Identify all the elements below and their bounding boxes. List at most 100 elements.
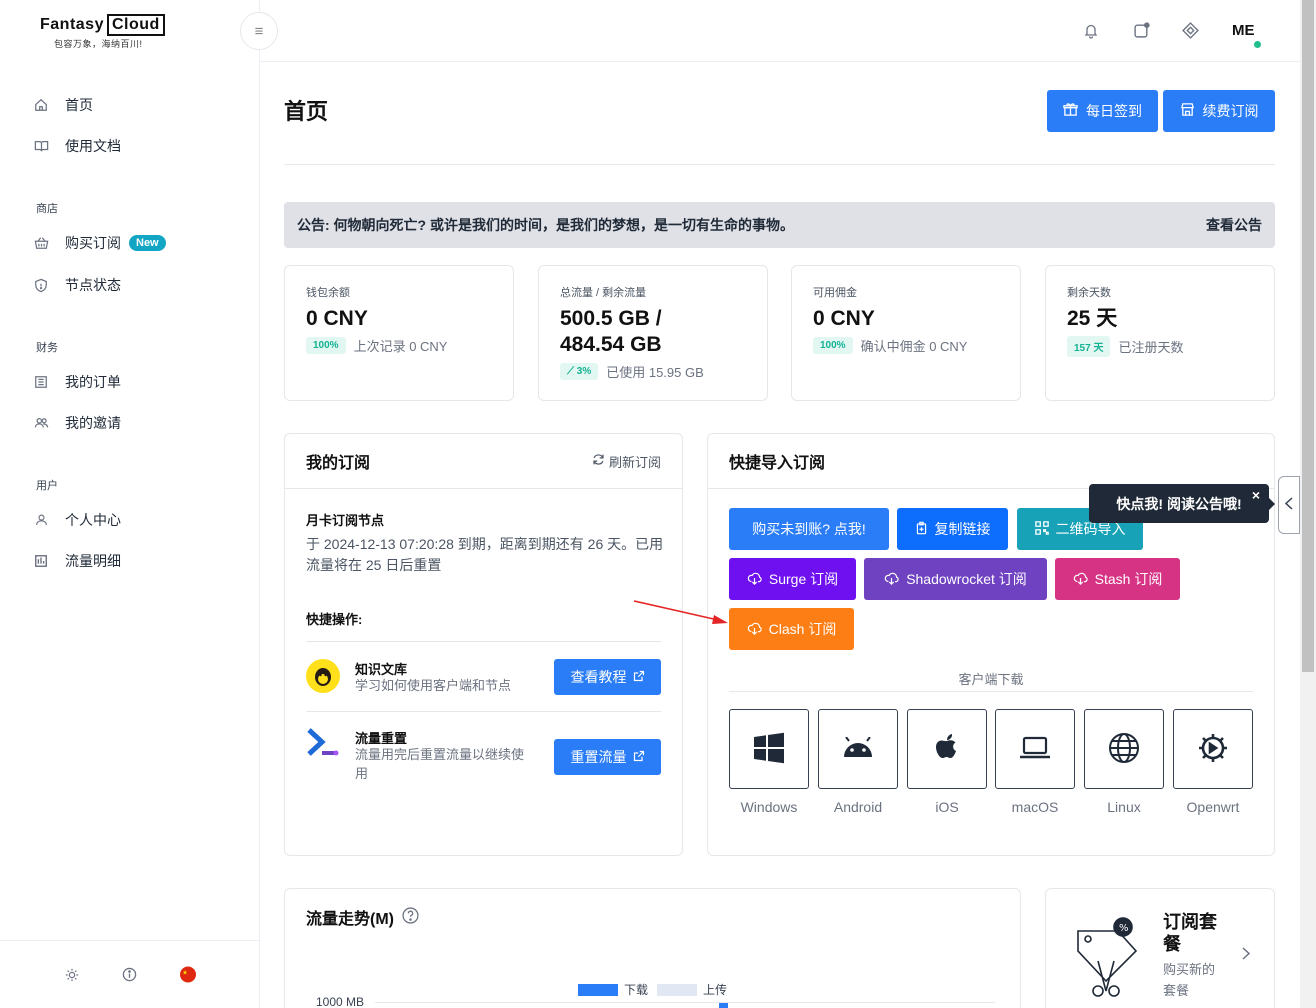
client-android[interactable] xyxy=(818,709,898,789)
reset-traffic-button[interactable]: 重置流量 xyxy=(554,739,661,775)
stat-sub: 确认中佣金 0 CNY xyxy=(860,339,968,354)
surge-subscribe-button[interactable]: Surge 订阅 xyxy=(729,558,856,600)
cloud-download-icon xyxy=(1073,571,1088,588)
stat-chip: 100% xyxy=(813,337,853,354)
page-scrollbar[interactable] xyxy=(1300,0,1316,1008)
button-label: Surge 订阅 xyxy=(768,571,839,587)
button-label: 购买未到账? 点我! xyxy=(752,521,866,537)
cloud-download-icon xyxy=(884,571,899,588)
new-badge: New xyxy=(129,235,166,251)
stat-sub: 上次记录 0 CNY xyxy=(353,339,448,354)
client-name: Openwrt xyxy=(1186,799,1240,815)
info-icon[interactable] xyxy=(122,967,138,983)
plan-name: 月卡订阅节点 xyxy=(306,513,385,528)
side-panel-toggle[interactable] xyxy=(1278,476,1300,534)
stat-label: 钱包余额 xyxy=(306,287,350,299)
sidebar-item-label: 购买订阅 xyxy=(65,235,121,251)
legend-download[interactable]: 下载 xyxy=(578,981,648,998)
refresh-icon xyxy=(592,453,605,469)
plan-description: 于 2024-12-13 07:20:28 到期，距离到期还有 26 天。已用流… xyxy=(306,536,664,573)
stat-card-days: 剩余天数 25 天 157 天已注册天数 xyxy=(1045,265,1275,401)
sidebar-item-invite[interactable]: 我的邀请 xyxy=(33,412,121,434)
copy-link-button[interactable]: 复制链接 xyxy=(897,508,1008,550)
card-title: 快捷导入订阅 xyxy=(729,455,826,472)
sidebar-item-docs[interactable]: 使用文档 xyxy=(33,135,121,157)
message-icon[interactable] xyxy=(1133,22,1151,40)
stat-sub: 已注册天数 xyxy=(1118,340,1184,355)
sun-icon[interactable] xyxy=(64,967,80,983)
cloud-download-icon xyxy=(747,571,762,588)
refresh-label: 刷新订阅 xyxy=(608,454,661,470)
svg-text:%: % xyxy=(1119,923,1129,934)
sidebar-item-profile[interactable]: 个人中心 xyxy=(33,509,121,531)
client-linux[interactable] xyxy=(1084,709,1164,789)
grid-line xyxy=(375,1002,995,1003)
plan-card[interactable]: % 订阅套餐 购买新的套餐 xyxy=(1045,888,1275,1008)
sidebar-item-label: 首页 xyxy=(65,97,93,113)
view-announcement-link[interactable]: 查看公告 xyxy=(1206,215,1262,235)
unpaid-help-button[interactable]: 购买未到账? 点我! xyxy=(729,508,889,550)
sidebar-item-label: 流量明细 xyxy=(65,553,121,569)
sidebar-footer xyxy=(0,940,259,1008)
sidebar-item-traffic[interactable]: 流量明细 xyxy=(33,550,121,572)
refresh-subscription-button[interactable]: 刷新订阅 xyxy=(592,452,661,471)
sidebar-toggle-button[interactable]: ≡ xyxy=(240,12,278,50)
sidebar-item-buy[interactable]: 购买订阅 New xyxy=(33,232,166,254)
sidebar-section-title: 用户 xyxy=(36,480,58,492)
scrollbar-thumb[interactable] xyxy=(1302,0,1314,672)
page-title: 首页 xyxy=(284,99,329,124)
legend-upload[interactable]: 上传 xyxy=(657,981,727,998)
shadowrocket-subscribe-button[interactable]: Shadowrocket 订阅 xyxy=(864,558,1047,600)
sidebar-item-home[interactable]: 首页 xyxy=(33,94,93,116)
stat-sub: 已使用 15.95 GB xyxy=(606,365,704,380)
china-flag-icon[interactable] xyxy=(179,966,196,983)
button-label: 复制链接 xyxy=(934,521,991,537)
client-openwrt[interactable] xyxy=(1173,709,1253,789)
client-ios[interactable] xyxy=(907,709,987,789)
globe-icon xyxy=(1108,732,1140,767)
basket-icon xyxy=(33,235,49,251)
stat-chip: ⟋ 3% xyxy=(560,363,599,380)
button-label: Clash 订阅 xyxy=(768,621,837,637)
client-macos[interactable] xyxy=(995,709,1075,789)
user-avatar[interactable]: ME xyxy=(1232,22,1255,39)
legend-swatch xyxy=(657,983,697,996)
list-icon xyxy=(33,374,49,390)
sidebar-item-orders[interactable]: 我的订单 xyxy=(33,371,121,393)
stat-value: 0 CNY xyxy=(813,307,875,330)
clash-subscribe-button[interactable]: Clash 订阅 xyxy=(729,608,854,650)
sidebar-item-label: 我的订单 xyxy=(65,374,121,390)
client-windows[interactable] xyxy=(729,709,809,789)
tooltip-arrow xyxy=(1269,498,1275,510)
download-bar xyxy=(719,1003,728,1008)
announcement-text: 公告: 何物朝向死亡? 或许是我们的时间，是我们的梦想，是一切有生命的事物。 xyxy=(297,217,794,233)
stash-subscribe-button[interactable]: Stash 订阅 xyxy=(1055,558,1180,600)
bell-icon[interactable] xyxy=(1083,22,1101,40)
sidebar-item-nodes[interactable]: 节点状态 xyxy=(33,274,121,296)
clipboard-icon xyxy=(915,521,928,538)
red-arrow-annotation xyxy=(633,600,728,624)
view-tutorial-button[interactable]: 查看教程 xyxy=(554,659,661,695)
renew-subscription-button[interactable]: 续费订阅 xyxy=(1163,90,1275,132)
help-icon[interactable] xyxy=(402,907,419,927)
client-name: Windows xyxy=(740,799,798,815)
stat-label: 可用佣金 xyxy=(813,287,857,299)
legend-label: 上传 xyxy=(703,983,728,997)
tooltip-close-button[interactable]: × xyxy=(1252,487,1260,503)
stat-card-traffic: 总流量 / 剩余流量 500.5 GB / 484.54 GB ⟋ 3% 已使用 … xyxy=(538,265,768,401)
brand-name-part: Fantasy xyxy=(40,16,104,33)
logo[interactable]: Fantasy Cloud 包容万象，海纳百川! xyxy=(40,14,172,50)
sidebar-item-label: 我的邀请 xyxy=(65,415,121,431)
announcement-tooltip[interactable]: 快点我! 阅读公告哦! × xyxy=(1089,484,1275,523)
stat-value: 25 天 xyxy=(1067,307,1118,330)
op-description: 学习如何使用客户端和节点 xyxy=(355,678,512,693)
stat-value: 500.5 GB / 484.54 GB xyxy=(560,307,662,356)
button-label: 重置流量 xyxy=(570,749,627,765)
apple-icon xyxy=(933,732,961,767)
daily-checkin-button[interactable]: 每日签到 xyxy=(1047,90,1158,132)
sidebar-item-label: 节点状态 xyxy=(65,277,121,293)
stat-chip: 100% xyxy=(306,337,346,354)
diamond-grid-icon[interactable] xyxy=(1182,22,1200,40)
stat-chip: 157 天 xyxy=(1067,336,1111,357)
announcement-bar: 公告: 何物朝向死亡? 或许是我们的时间，是我们的梦想，是一切有生命的事物。 查… xyxy=(284,202,1275,248)
